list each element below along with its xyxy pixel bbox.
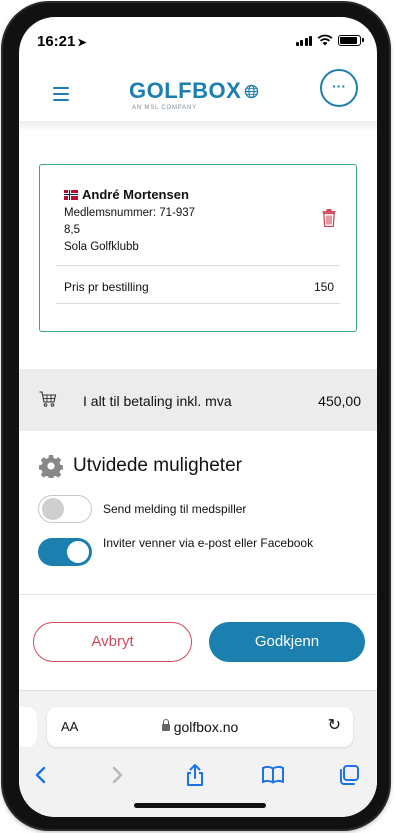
header-shadow (19, 121, 377, 131)
toggle-knob (42, 498, 64, 520)
status-bar: 16:21 ➤ (19, 17, 377, 57)
screen: 16:21 ➤ GOLFBOX AN MSL COMPANY ··· André… (19, 17, 377, 817)
hamburger-menu-icon[interactable] (53, 87, 69, 101)
reload-icon[interactable]: ↻ (328, 715, 341, 735)
lock-icon (161, 719, 170, 731)
total-label: I alt til betaling inkl. mva (83, 393, 232, 409)
phone-frame: 16:21 ➤ GOLFBOX AN MSL COMPANY ··· André… (3, 3, 389, 829)
share-icon[interactable] (183, 763, 207, 787)
member-number: Medlemsnummer: 71-937 (64, 207, 196, 219)
bookmarks-icon[interactable] (261, 763, 285, 787)
extended-options-heading: Utvidede muligheter (39, 454, 242, 478)
tabs-icon[interactable] (337, 763, 361, 787)
home-indicator (134, 803, 266, 808)
norway-flag-icon (64, 189, 78, 200)
player-card: André Mortensen Medlemsnummer: 71-937 8,… (39, 164, 357, 332)
invite-friends-label: Inviter venner via e-post eller Facebook (103, 536, 314, 550)
back-arrow-icon[interactable] (29, 763, 53, 787)
status-icons (295, 34, 364, 46)
handicap: 8,5 (64, 224, 80, 236)
url-text: golfbox.no (173, 719, 239, 735)
send-message-label: Send melding til medspiller (103, 502, 247, 516)
trash-icon[interactable] (322, 209, 336, 227)
player-name-text: André Mortensen (82, 187, 189, 202)
status-time: 16:21 ➤ (37, 33, 87, 50)
wifi-icon (317, 34, 333, 46)
approve-button[interactable]: Godkjenn (209, 622, 365, 662)
send-message-toggle[interactable] (38, 495, 92, 523)
address-bar[interactable]: AA golfbox.no ↻ (47, 707, 353, 747)
battery-icon (338, 35, 364, 46)
golfbox-logo[interactable]: GOLFBOX AN MSL COMPANY (129, 78, 269, 111)
shopping-cart-icon (39, 391, 57, 407)
player-name: André Mortensen (64, 187, 189, 202)
browser-toolbar: AA golfbox.no ↻ (19, 690, 377, 817)
previous-tab-edge[interactable] (19, 707, 37, 747)
total-bar: I alt til betaling inkl. mva 450,00 (19, 369, 377, 431)
app-header: GOLFBOX AN MSL COMPANY ··· (19, 69, 377, 129)
location-arrow-icon: ➤ (77, 37, 87, 49)
divider (56, 265, 340, 266)
forward-arrow-icon[interactable] (105, 763, 129, 787)
gear-icon (39, 455, 63, 478)
logo-tagline: AN MSL COMPANY (132, 105, 197, 111)
more-options-button[interactable]: ··· (320, 69, 358, 107)
toggle-knob (67, 541, 89, 563)
invite-friends-toggle[interactable] (38, 538, 92, 566)
cancel-button[interactable]: Avbryt (33, 622, 192, 662)
total-value: 450,00 (318, 393, 361, 409)
divider (56, 303, 340, 304)
price-value: 150 (313, 280, 334, 294)
extended-options-title: Utvidede muligheter (73, 455, 242, 476)
cellular-signal-icon (295, 36, 312, 46)
club-name: Sola Golfklubb (64, 241, 139, 253)
time-text: 16:21 (37, 33, 76, 50)
price-label: Pris pr bestilling (64, 280, 149, 294)
section-divider (19, 594, 377, 595)
url-display: golfbox.no (47, 719, 353, 735)
logo-text: GOLFBOX (129, 78, 242, 103)
globe-icon (245, 84, 259, 98)
